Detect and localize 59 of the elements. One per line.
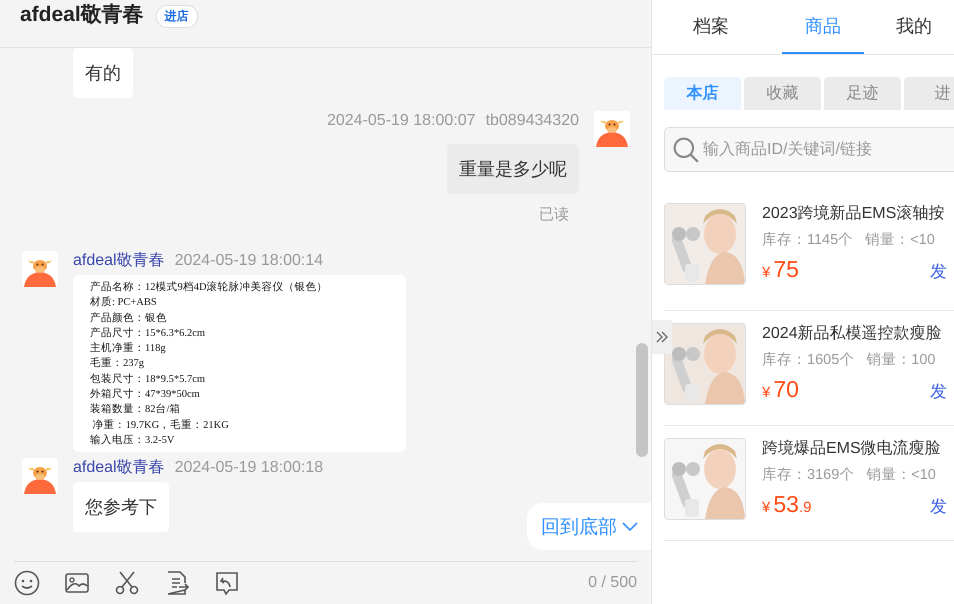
double-chevron-icon <box>655 330 669 344</box>
stock-count: 库存：1605个 <box>762 350 854 369</box>
sender-name: afdeal敬青春 <box>73 251 165 271</box>
scissors-icon[interactable] <box>114 570 140 596</box>
panel-tab[interactable]: 商品 <box>782 0 864 54</box>
product-price: ¥70 <box>762 376 800 403</box>
spec-line: 产品名称：12模式9档4D滚轮脉冲美容仪（银色） <box>90 280 329 295</box>
spec-line: 净重：19.7KG，毛重：21KG <box>92 418 230 433</box>
spec-line: 主机净重：118g <box>90 341 167 356</box>
back-to-bottom-button[interactable]: 回到底部 <box>527 503 651 550</box>
spec-line: 输入电压：3.2-5V <box>90 433 176 448</box>
product-price: ¥75 <box>762 256 800 283</box>
avatar-icon <box>22 458 58 494</box>
avatar-icon <box>22 251 58 287</box>
filter-tab[interactable]: 足迹 <box>824 77 901 110</box>
spec-line: 外箱尺寸：47*39*50cm <box>90 387 201 402</box>
panel-tab[interactable]: 档案 <box>670 0 752 54</box>
send-link[interactable]: 发 <box>930 495 947 518</box>
sender-id: tb089434320 <box>486 111 579 131</box>
sales-count: 销量：<10 <box>866 466 936 484</box>
chevron-down-icon <box>622 522 638 532</box>
read-status: 已读 <box>539 205 569 224</box>
emoji-icon[interactable] <box>14 570 40 596</box>
message-time: 2024-05-19 18:00:18 <box>174 458 324 478</box>
sales-count: 销量：100 <box>866 351 936 369</box>
message-bubble: 您参考下 <box>73 482 169 532</box>
shop-name: afdeal敬青春 <box>20 2 144 28</box>
spec-line: 产品颜色：银色 <box>90 311 168 326</box>
spec-line: 装箱数量：82台/箱 <box>90 402 182 418</box>
search-icon <box>672 136 700 164</box>
spec-line: 毛重：237g <box>90 356 145 372</box>
avatar-icon <box>594 111 630 147</box>
message-time: 2024-05-19 18:00:07 <box>326 111 476 131</box>
image-icon[interactable] <box>64 570 90 596</box>
send-link[interactable]: 发 <box>930 260 947 283</box>
filter-tab[interactable]: 收藏 <box>744 77 821 110</box>
filter-tab[interactable]: 进 <box>904 77 954 110</box>
scrollbar-thumb[interactable] <box>636 343 648 457</box>
product-title[interactable]: 2024新品私模遥控款瘦脸 <box>762 323 947 345</box>
spec-line: 产品尺寸：15*6.3*6.2cm <box>90 326 206 341</box>
collapse-button[interactable] <box>652 320 672 354</box>
stock-count: 库存：1145个 <box>762 230 854 249</box>
enter-store-button[interactable]: 进店 <box>156 5 198 28</box>
message-time: 2024-05-19 18:00:14 <box>174 251 324 271</box>
sender-name: afdeal敬青春 <box>73 458 165 478</box>
message-bubble: 重量是多少呢 <box>447 144 579 194</box>
reply-icon[interactable] <box>214 570 240 596</box>
spec-line: 包装尺寸：18*9.5*5.7cm <box>90 372 206 387</box>
send-link[interactable]: 发 <box>930 380 947 403</box>
stock-count: 库存：3169个 <box>762 466 854 484</box>
message-bubble: 有的 <box>73 48 133 98</box>
filter-tab[interactable]: 本店 <box>664 77 741 110</box>
product-title[interactable]: 跨境爆品EMS微电流瘦脸 <box>762 438 947 460</box>
product-price: ¥53.9 <box>762 491 812 518</box>
panel-tab[interactable]: 我的 <box>896 0 932 54</box>
spec-line: 材质: PC+ABS <box>90 295 158 310</box>
character-counter: 0 / 500 <box>588 574 637 592</box>
product-title[interactable]: 2023跨境新品EMS滚轴按 <box>762 203 947 225</box>
sales-count: 销量：<10 <box>865 231 935 249</box>
